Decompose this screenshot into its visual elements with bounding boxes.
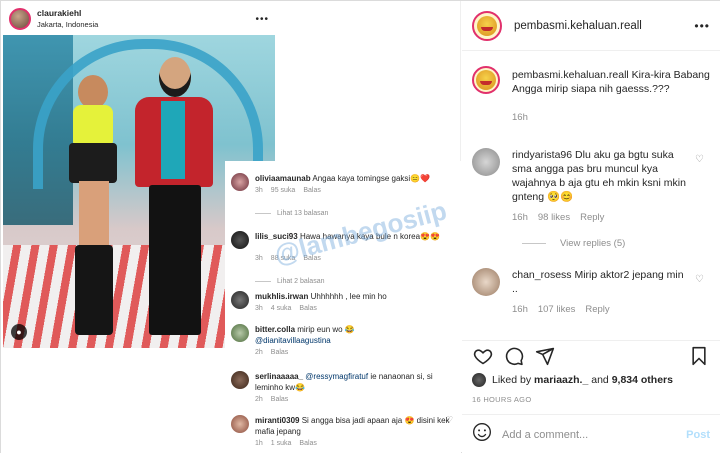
list-item: serlinaaaaa_ @ressymagfiratuf ie nanaona… bbox=[225, 369, 461, 405]
tagged-user-icon[interactable]: ● bbox=[11, 324, 27, 340]
liked-by-user[interactable]: mariaazh._ bbox=[534, 374, 588, 386]
avatar[interactable] bbox=[231, 371, 249, 389]
avatar[interactable] bbox=[472, 373, 486, 387]
caption-username[interactable]: pembasmi.kehaluan.reall bbox=[512, 69, 629, 81]
list-item: oliviaamaunab Angaa kaya tomingse gaksi😑… bbox=[225, 171, 461, 201]
avatar[interactable] bbox=[472, 10, 502, 41]
avatar[interactable] bbox=[472, 148, 500, 176]
post-timestamp[interactable]: 16 HOURS AGO bbox=[472, 395, 531, 404]
share-icon[interactable] bbox=[534, 345, 556, 367]
list-item: mukhlis.irwan Uhhhhhh , lee min ho 3h 4 s… bbox=[225, 291, 461, 319]
reply-button[interactable]: Reply bbox=[580, 212, 604, 223]
avatar[interactable] bbox=[231, 291, 249, 309]
embedded-location[interactable]: Jakarta, Indonesia bbox=[37, 19, 98, 30]
comment-username[interactable]: rindyarista96 bbox=[512, 149, 572, 161]
heart-icon[interactable] bbox=[472, 345, 494, 367]
avatar[interactable] bbox=[9, 8, 31, 30]
post-username[interactable]: pembasmi.kehaluan.reall bbox=[514, 20, 642, 32]
post-header: pembasmi.kehaluan.reall ••• bbox=[462, 1, 720, 51]
avatar[interactable] bbox=[472, 268, 500, 296]
list-item: miranti0309 Si angga bisa jadi apaan aja… bbox=[225, 413, 461, 451]
list-item: lilis_suci93 Hawa hawanya kaya bule n ko… bbox=[225, 229, 461, 262]
comments-list: pembasmi.kehaluan.reall Kira-kira Babang… bbox=[462, 52, 720, 340]
instagram-post-frame: claurakiehl Jakarta, Indonesia ••• ● oli… bbox=[0, 0, 720, 453]
caption: pembasmi.kehaluan.reall Kira-kira Babang… bbox=[472, 66, 712, 136]
likes-count[interactable]: 98 likes bbox=[538, 212, 570, 223]
avatar[interactable] bbox=[472, 66, 500, 94]
more-icon[interactable]: ••• bbox=[694, 19, 710, 33]
embedded-post-header: claurakiehl Jakarta, Indonesia ••• bbox=[3, 3, 275, 35]
list-item: chan_rosess Mirip aktor2 jepang min .. ♡… bbox=[472, 266, 712, 326]
action-bar bbox=[462, 340, 720, 372]
post-sidebar: pembasmi.kehaluan.reall ••• pembasmi.keh… bbox=[462, 1, 720, 453]
likes-count[interactable]: 107 likes bbox=[538, 304, 576, 315]
post-media-area: claurakiehl Jakarta, Indonesia ••• ● oli… bbox=[1, 1, 461, 453]
avatar[interactable] bbox=[231, 173, 249, 191]
view-replies-button[interactable]: View replies (5) bbox=[522, 238, 625, 249]
view-replies-link[interactable]: Lihat 2 balasan bbox=[255, 278, 324, 285]
comment-username[interactable]: chan_rosess bbox=[512, 269, 572, 281]
embedded-username[interactable]: claurakiehl bbox=[37, 8, 98, 19]
view-replies-link[interactable]: Lihat 13 balasan bbox=[255, 210, 328, 217]
add-comment-bar: Post bbox=[462, 414, 720, 453]
heart-icon[interactable]: ♡ bbox=[695, 154, 704, 165]
avatar[interactable] bbox=[231, 231, 249, 249]
more-icon[interactable]: ••• bbox=[255, 14, 269, 25]
bookmark-icon[interactable] bbox=[688, 345, 710, 367]
comment-icon[interactable] bbox=[503, 345, 525, 367]
heart-icon[interactable]: ♡ bbox=[446, 415, 453, 424]
comment-input[interactable] bbox=[502, 428, 672, 441]
emoji-icon[interactable] bbox=[472, 422, 492, 447]
avatar[interactable] bbox=[231, 415, 249, 433]
heart-icon[interactable]: ♡ bbox=[695, 274, 704, 285]
list-item: rindyarista96 Dlu aku ga bgtu suka sma a… bbox=[472, 146, 712, 266]
liked-by-others[interactable]: 9,834 others bbox=[612, 374, 673, 386]
avatar[interactable] bbox=[231, 324, 249, 342]
embedded-comments: oliviaamaunab Angaa kaya tomingse gaksi😑… bbox=[225, 161, 461, 453]
list-item: bitter.colla mirip eun wo 😂 @dianitavilla… bbox=[225, 322, 461, 358]
likes-summary: Liked by mariaazh._ and 9,834 others bbox=[472, 373, 673, 387]
reply-button[interactable]: Reply bbox=[585, 304, 609, 315]
post-button[interactable]: Post bbox=[686, 429, 710, 441]
caption-time: 16h bbox=[512, 112, 528, 123]
